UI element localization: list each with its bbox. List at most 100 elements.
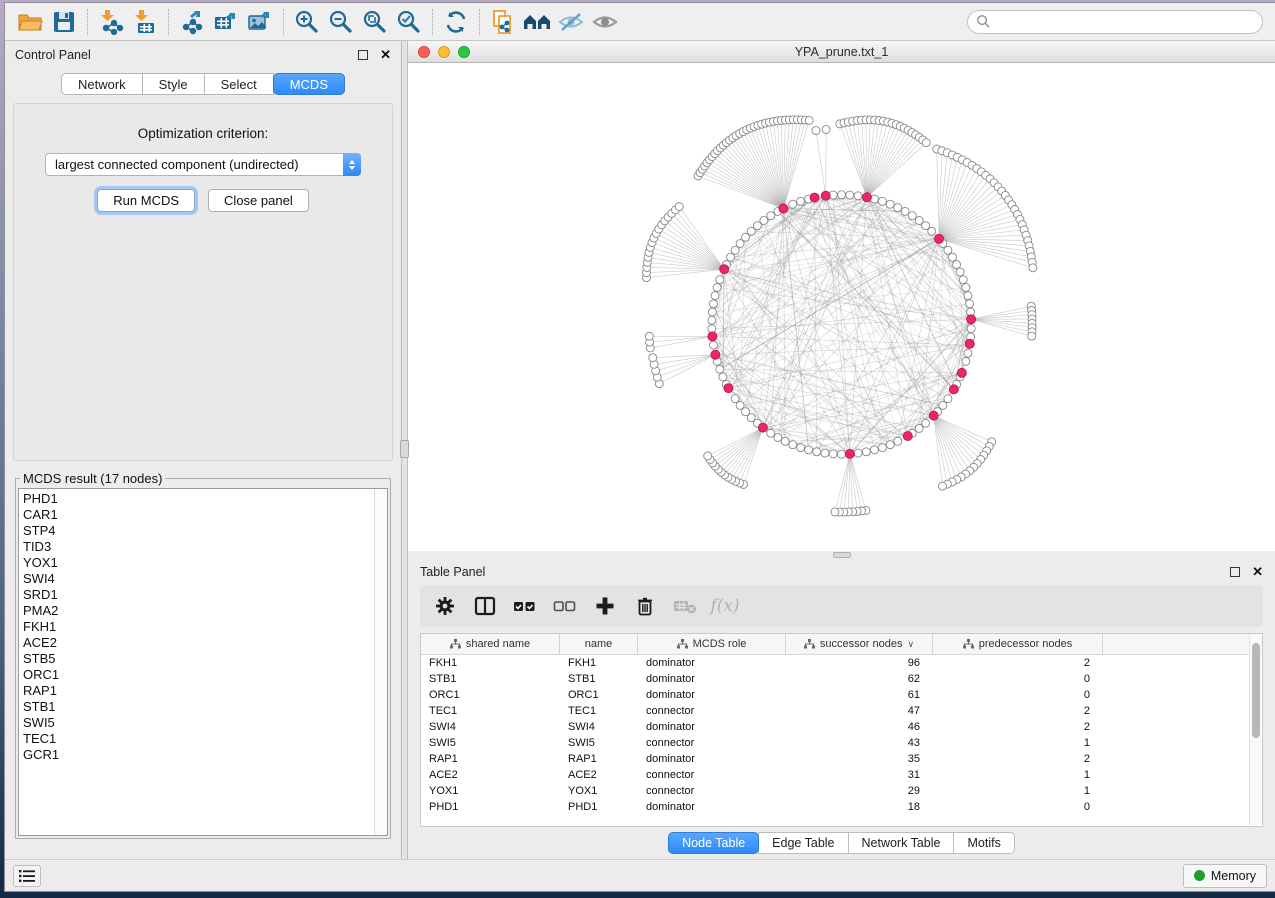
- table-row[interactable]: YOX1 YOX1 connector 29 1: [421, 783, 1262, 799]
- criterion-select[interactable]: largest connected component (undirected): [45, 153, 361, 176]
- mcds-result-item[interactable]: CAR1: [23, 507, 387, 523]
- zoom-out-button[interactable]: [324, 7, 358, 37]
- column-header-successor-nodes[interactable]: successor nodes ∨: [786, 634, 933, 654]
- scrollbar-thumb[interactable]: [1252, 643, 1260, 738]
- vertical-split-divider[interactable]: [401, 41, 408, 859]
- tab-mcds[interactable]: MCDS: [273, 73, 345, 95]
- column-header-shared-name[interactable]: shared name: [421, 634, 560, 654]
- mcds-result-list[interactable]: PHD1CAR1STP4TID3YOX1SWI4SRD1PMA2FKH1ACE2…: [18, 488, 388, 836]
- table-row[interactable]: SWI4 SWI4 dominator 46 2: [421, 719, 1262, 735]
- mcds-result-item[interactable]: SWI4: [23, 571, 387, 587]
- search-box[interactable]: [967, 10, 1263, 34]
- create-column-button[interactable]: [590, 591, 620, 621]
- search-input[interactable]: [996, 15, 1254, 29]
- import-table-button[interactable]: [128, 7, 162, 37]
- close-panel-icon[interactable]: ✕: [380, 50, 391, 60]
- mcds-result-item[interactable]: SRD1: [23, 587, 387, 603]
- close-window-button[interactable]: [418, 46, 430, 58]
- table-body: FKH1 FKH1 dominator 96 2 STB1 STB1: [421, 655, 1262, 815]
- network-graph[interactable]: [408, 63, 1275, 551]
- table-settings-button[interactable]: [430, 591, 460, 621]
- shared-column-icon: [963, 639, 974, 649]
- mcds-result-item[interactable]: RAP1: [23, 683, 387, 699]
- mcds-result-item[interactable]: STP4: [23, 523, 387, 539]
- zoom-in-button[interactable]: [290, 7, 324, 37]
- first-neighbors-button[interactable]: [520, 7, 554, 37]
- mcds-list-scrollbar[interactable]: [374, 489, 387, 835]
- table-row[interactable]: TEC1 TEC1 connector 47 2: [421, 703, 1262, 719]
- open-session-button[interactable]: [13, 7, 47, 37]
- table-row[interactable]: SWI5 SWI5 connector 43 1: [421, 735, 1262, 751]
- tab-select[interactable]: Select: [204, 73, 274, 95]
- mcds-result-item[interactable]: STB5: [23, 651, 387, 667]
- divider-grip[interactable]: [833, 552, 851, 558]
- table-row[interactable]: RAP1 RAP1 dominator 35 2: [421, 751, 1262, 767]
- column-header-mcds-role[interactable]: MCDS role: [638, 634, 786, 654]
- zoom-fit-button[interactable]: [358, 7, 392, 37]
- run-mcds-button[interactable]: Run MCDS: [97, 189, 195, 212]
- tab-motifs[interactable]: Motifs: [953, 832, 1014, 854]
- tab-network[interactable]: Network: [61, 73, 143, 95]
- network-window-titlebar: YPA_prune.txt_1: [408, 41, 1275, 63]
- close-panel-button[interactable]: Close panel: [208, 189, 309, 212]
- deselect-all-columns-button[interactable]: [550, 591, 580, 621]
- table-scrollbar[interactable]: [1249, 635, 1261, 825]
- clone-network-button[interactable]: [486, 7, 520, 37]
- first-neighbors-icon: [523, 9, 551, 35]
- network-canvas[interactable]: [408, 63, 1275, 551]
- criterion-select-value: largest connected component (undirected): [46, 157, 343, 172]
- select-stepper-icon: [343, 153, 361, 176]
- float-panel-icon[interactable]: [358, 50, 368, 60]
- mcds-result-item[interactable]: TEC1: [23, 731, 387, 747]
- zoom-in-icon: [294, 9, 320, 35]
- save-session-button[interactable]: [47, 7, 81, 37]
- export-image-button[interactable]: [243, 7, 277, 37]
- select-all-columns-button[interactable]: [510, 591, 540, 621]
- mcds-result-item[interactable]: ACE2: [23, 635, 387, 651]
- export-network-button[interactable]: [175, 7, 209, 37]
- minimize-window-button[interactable]: [438, 46, 450, 58]
- zoom-window-button[interactable]: [458, 46, 470, 58]
- divider-grip[interactable]: [400, 440, 409, 458]
- tab-node-table[interactable]: Node Table: [668, 832, 759, 854]
- delete-columns-button[interactable]: [630, 591, 660, 621]
- table-row[interactable]: FKH1 FKH1 dominator 96 2: [421, 655, 1262, 671]
- table-row[interactable]: STB1 STB1 dominator 62 0: [421, 671, 1262, 687]
- status-bar: Memory: [5, 859, 1275, 891]
- column-header-predecessor-nodes[interactable]: predecessor nodes: [933, 634, 1103, 654]
- hide-selected-button[interactable]: [554, 7, 588, 37]
- mcds-result-item[interactable]: STB1: [23, 699, 387, 715]
- table-row[interactable]: ACE2 ACE2 connector 31 1: [421, 767, 1262, 783]
- mcds-result-item[interactable]: FKH1: [23, 619, 387, 635]
- search-icon: [976, 14, 991, 29]
- float-panel-icon[interactable]: [1230, 567, 1240, 577]
- column-header-name[interactable]: name: [560, 634, 638, 654]
- table-row[interactable]: PHD1 PHD1 dominator 18 0: [421, 799, 1262, 815]
- mcds-result-title: MCDS result (17 nodes): [20, 471, 165, 486]
- mcds-result-item[interactable]: YOX1: [23, 555, 387, 571]
- close-panel-icon[interactable]: ✕: [1252, 567, 1263, 577]
- import-network-button[interactable]: [94, 7, 128, 37]
- clone-network-icon: [490, 9, 516, 35]
- tab-edge-table[interactable]: Edge Table: [758, 832, 848, 854]
- toolbar-separator: [87, 9, 88, 35]
- mcds-result-item[interactable]: PMA2: [23, 603, 387, 619]
- mcds-result-item[interactable]: PHD1: [23, 491, 387, 507]
- show-columns-button[interactable]: [470, 591, 500, 621]
- memory-button[interactable]: Memory: [1183, 864, 1267, 888]
- table-row[interactable]: ORC1 ORC1 dominator 61 0: [421, 687, 1262, 703]
- zoom-selected-button[interactable]: [392, 7, 426, 37]
- mcds-result-item[interactable]: ORC1: [23, 667, 387, 683]
- show-all-button[interactable]: [588, 7, 622, 37]
- task-history-button[interactable]: [13, 865, 41, 887]
- tab-network-table[interactable]: Network Table: [848, 832, 955, 854]
- mcds-result-item[interactable]: GCR1: [23, 747, 387, 763]
- tab-style[interactable]: Style: [142, 73, 205, 95]
- refresh-layout-button[interactable]: [439, 7, 473, 37]
- export-table-button[interactable]: [209, 7, 243, 37]
- optimization-criterion-label: Optimization criterion:: [138, 126, 269, 141]
- mcds-result-item[interactable]: SWI5: [23, 715, 387, 731]
- horizontal-split-divider[interactable]: [408, 551, 1275, 559]
- toolbar-separator: [479, 9, 480, 35]
- mcds-result-item[interactable]: TID3: [23, 539, 387, 555]
